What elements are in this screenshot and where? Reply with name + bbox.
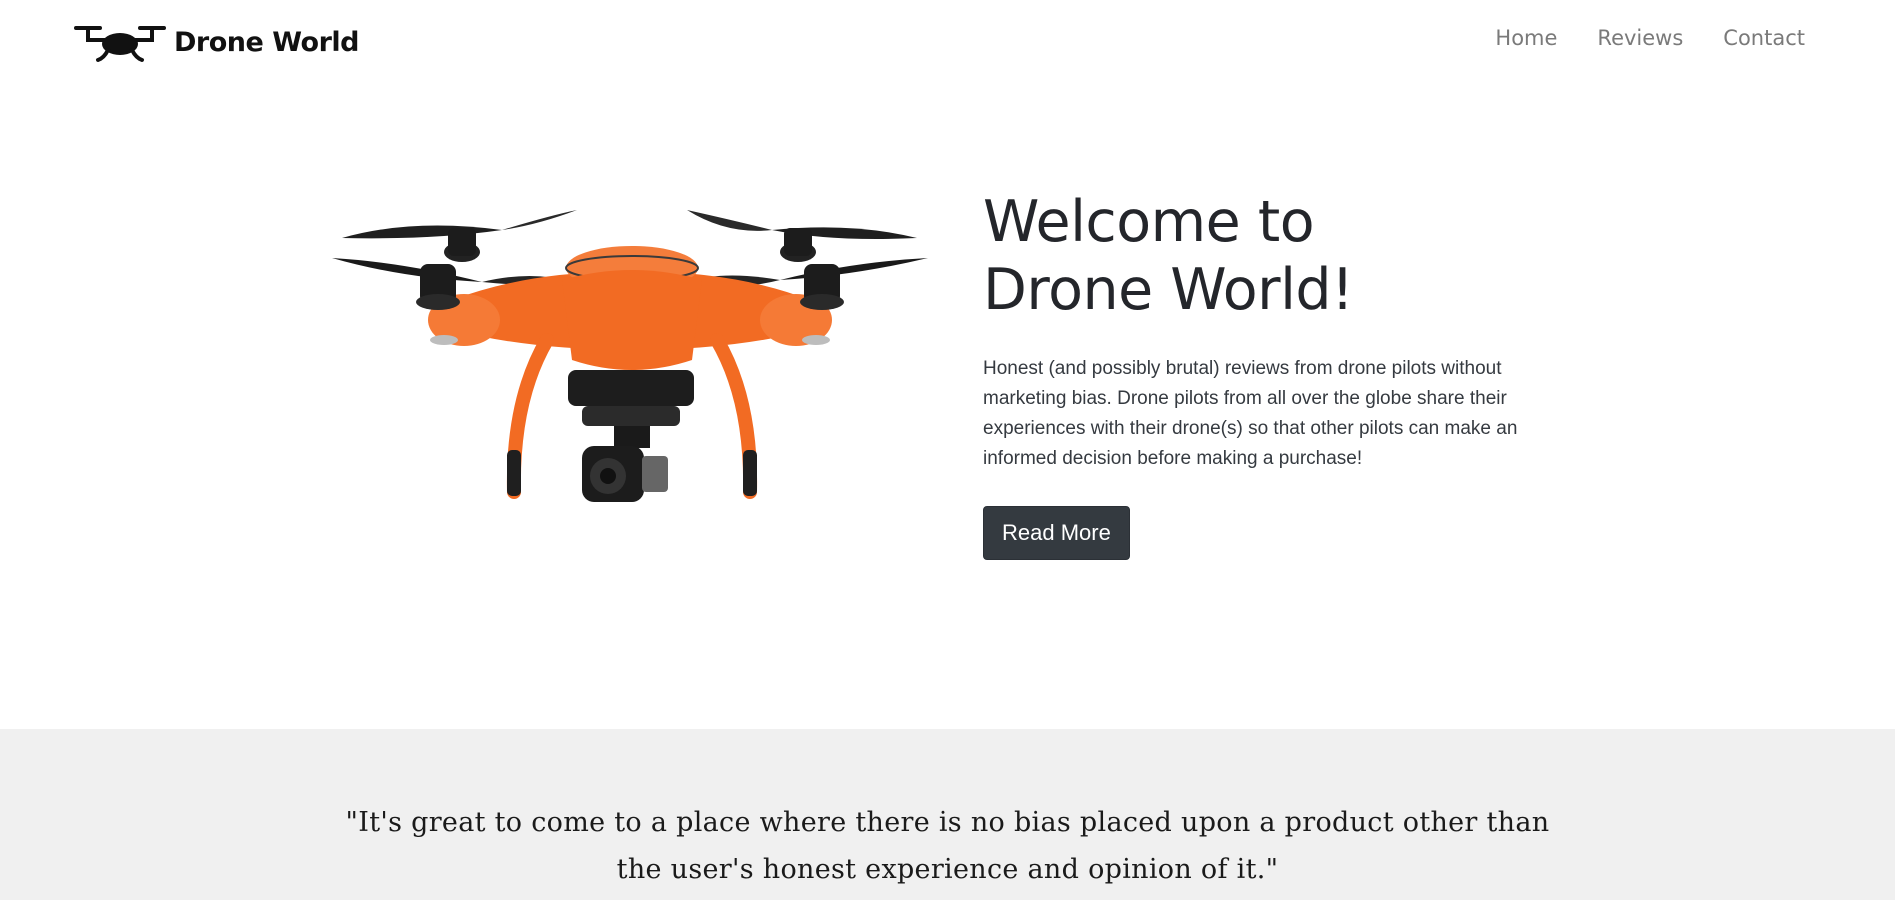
testimonial-quote: "It's great to come to a place where the… bbox=[345, 807, 1550, 885]
read-more-button[interactable]: Read More bbox=[983, 506, 1130, 560]
brand-link[interactable]: Drone World bbox=[74, 20, 359, 64]
drone-icon bbox=[74, 26, 166, 62]
nav-links: Home Reviews Contact bbox=[1495, 26, 1805, 50]
hero-text: Welcome to Drone World! Honest (and poss… bbox=[983, 188, 1583, 560]
hero-drone-image bbox=[332, 210, 928, 502]
nav-contact[interactable]: Contact bbox=[1723, 26, 1805, 50]
brand-name: Drone World bbox=[174, 26, 359, 58]
nav-reviews[interactable]: Reviews bbox=[1597, 26, 1683, 50]
hero-title: Welcome to Drone World! bbox=[983, 189, 1354, 323]
navbar: Drone World Home Reviews Contact bbox=[0, 0, 1895, 84]
testimonial-section: "It's great to come to a place where the… bbox=[0, 729, 1895, 900]
nav-home[interactable]: Home bbox=[1495, 26, 1557, 50]
hero-description: Honest (and possibly brutal) reviews fro… bbox=[983, 358, 1518, 469]
